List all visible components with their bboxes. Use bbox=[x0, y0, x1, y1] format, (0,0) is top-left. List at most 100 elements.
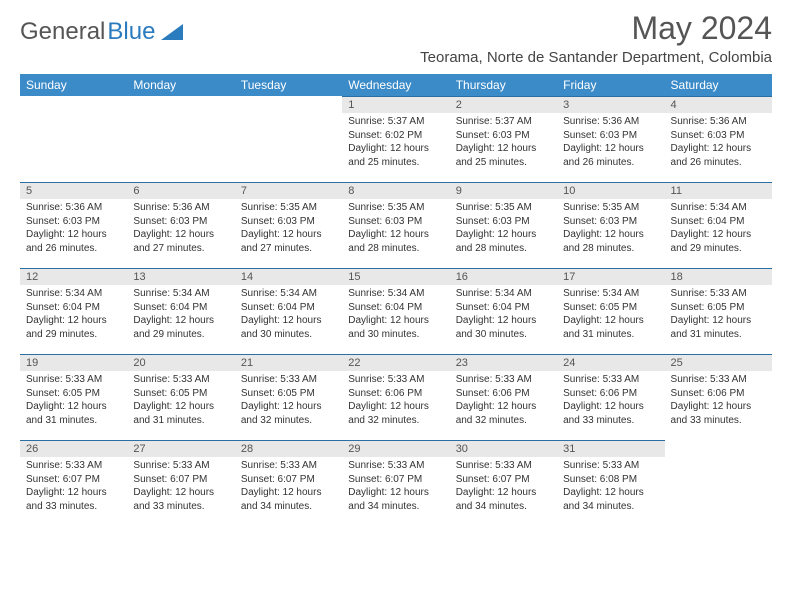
day-details: Sunrise: 5:34 AMSunset: 6:05 PMDaylight:… bbox=[557, 285, 664, 343]
day-details: Sunrise: 5:34 AMSunset: 6:04 PMDaylight:… bbox=[342, 285, 449, 343]
logo-triangle-icon bbox=[161, 24, 183, 40]
calendar-day-cell: 30Sunrise: 5:33 AMSunset: 6:07 PMDayligh… bbox=[450, 440, 557, 526]
calendar-body: ...1Sunrise: 5:37 AMSunset: 6:02 PMDayli… bbox=[20, 96, 772, 526]
day-details: Sunrise: 5:33 AMSunset: 6:06 PMDaylight:… bbox=[342, 371, 449, 429]
day-details: Sunrise: 5:33 AMSunset: 6:08 PMDaylight:… bbox=[557, 457, 664, 515]
day-details: Sunrise: 5:35 AMSunset: 6:03 PMDaylight:… bbox=[557, 199, 664, 257]
day-number: 2 bbox=[450, 96, 557, 113]
day-number: 24 bbox=[557, 354, 664, 371]
calendar-day-cell: 25Sunrise: 5:33 AMSunset: 6:06 PMDayligh… bbox=[665, 354, 772, 440]
calendar-week-row: ...1Sunrise: 5:37 AMSunset: 6:02 PMDayli… bbox=[20, 96, 772, 182]
day-details: Sunrise: 5:33 AMSunset: 6:06 PMDaylight:… bbox=[665, 371, 772, 429]
calendar-day-cell: . bbox=[665, 440, 772, 526]
day-number: 25 bbox=[665, 354, 772, 371]
calendar-day-cell: 3Sunrise: 5:36 AMSunset: 6:03 PMDaylight… bbox=[557, 96, 664, 182]
day-details: Sunrise: 5:33 AMSunset: 6:07 PMDaylight:… bbox=[20, 457, 127, 515]
day-details: Sunrise: 5:37 AMSunset: 6:02 PMDaylight:… bbox=[342, 113, 449, 171]
calendar-day-cell: 28Sunrise: 5:33 AMSunset: 6:07 PMDayligh… bbox=[235, 440, 342, 526]
day-number: 3 bbox=[557, 96, 664, 113]
day-details: Sunrise: 5:33 AMSunset: 6:07 PMDaylight:… bbox=[127, 457, 234, 515]
day-details: Sunrise: 5:34 AMSunset: 6:04 PMDaylight:… bbox=[127, 285, 234, 343]
day-details: Sunrise: 5:35 AMSunset: 6:03 PMDaylight:… bbox=[450, 199, 557, 257]
day-details: Sunrise: 5:36 AMSunset: 6:03 PMDaylight:… bbox=[20, 199, 127, 257]
calendar-day-cell: 29Sunrise: 5:33 AMSunset: 6:07 PMDayligh… bbox=[342, 440, 449, 526]
day-details: Sunrise: 5:35 AMSunset: 6:03 PMDaylight:… bbox=[235, 199, 342, 257]
day-number: 31 bbox=[557, 440, 664, 457]
page-title: May 2024 bbox=[631, 10, 772, 47]
day-number: 28 bbox=[235, 440, 342, 457]
calendar-day-cell: 5Sunrise: 5:36 AMSunset: 6:03 PMDaylight… bbox=[20, 182, 127, 268]
weekday-header: Wednesday bbox=[342, 74, 449, 96]
weekday-header: Monday bbox=[127, 74, 234, 96]
day-details: Sunrise: 5:33 AMSunset: 6:07 PMDaylight:… bbox=[450, 457, 557, 515]
day-details: Sunrise: 5:33 AMSunset: 6:05 PMDaylight:… bbox=[235, 371, 342, 429]
calendar-day-cell: 1Sunrise: 5:37 AMSunset: 6:02 PMDaylight… bbox=[342, 96, 449, 182]
day-details: Sunrise: 5:34 AMSunset: 6:04 PMDaylight:… bbox=[450, 285, 557, 343]
day-number: 6 bbox=[127, 182, 234, 199]
calendar-day-cell: 27Sunrise: 5:33 AMSunset: 6:07 PMDayligh… bbox=[127, 440, 234, 526]
day-number: 27 bbox=[127, 440, 234, 457]
logo-text-2: Blue bbox=[107, 18, 155, 46]
day-details: Sunrise: 5:33 AMSunset: 6:07 PMDaylight:… bbox=[235, 457, 342, 515]
location-subtitle: Teorama, Norte de Santander Department, … bbox=[20, 49, 772, 66]
calendar-week-row: 26Sunrise: 5:33 AMSunset: 6:07 PMDayligh… bbox=[20, 440, 772, 526]
day-details: Sunrise: 5:33 AMSunset: 6:05 PMDaylight:… bbox=[20, 371, 127, 429]
calendar-day-cell: 21Sunrise: 5:33 AMSunset: 6:05 PMDayligh… bbox=[235, 354, 342, 440]
day-details: Sunrise: 5:34 AMSunset: 6:04 PMDaylight:… bbox=[235, 285, 342, 343]
calendar-day-cell: 9Sunrise: 5:35 AMSunset: 6:03 PMDaylight… bbox=[450, 182, 557, 268]
day-number: 18 bbox=[665, 268, 772, 285]
calendar-day-cell: 31Sunrise: 5:33 AMSunset: 6:08 PMDayligh… bbox=[557, 440, 664, 526]
calendar-day-cell: 20Sunrise: 5:33 AMSunset: 6:05 PMDayligh… bbox=[127, 354, 234, 440]
calendar-day-cell: 19Sunrise: 5:33 AMSunset: 6:05 PMDayligh… bbox=[20, 354, 127, 440]
calendar-day-cell: . bbox=[127, 96, 234, 182]
day-number: 1 bbox=[342, 96, 449, 113]
day-number: 11 bbox=[665, 182, 772, 199]
day-details: Sunrise: 5:35 AMSunset: 6:03 PMDaylight:… bbox=[342, 199, 449, 257]
calendar-day-cell: 2Sunrise: 5:37 AMSunset: 6:03 PMDaylight… bbox=[450, 96, 557, 182]
calendar-day-cell: 22Sunrise: 5:33 AMSunset: 6:06 PMDayligh… bbox=[342, 354, 449, 440]
day-details: Sunrise: 5:33 AMSunset: 6:06 PMDaylight:… bbox=[557, 371, 664, 429]
calendar-day-cell: 11Sunrise: 5:34 AMSunset: 6:04 PMDayligh… bbox=[665, 182, 772, 268]
day-number: 15 bbox=[342, 268, 449, 285]
day-number: 17 bbox=[557, 268, 664, 285]
calendar-table: SundayMondayTuesdayWednesdayThursdayFrid… bbox=[20, 74, 772, 526]
calendar-day-cell: 7Sunrise: 5:35 AMSunset: 6:03 PMDaylight… bbox=[235, 182, 342, 268]
logo-text-1: General bbox=[20, 18, 105, 46]
calendar-day-cell: 6Sunrise: 5:36 AMSunset: 6:03 PMDaylight… bbox=[127, 182, 234, 268]
day-number: 21 bbox=[235, 354, 342, 371]
day-number: 23 bbox=[450, 354, 557, 371]
calendar-day-cell: 23Sunrise: 5:33 AMSunset: 6:06 PMDayligh… bbox=[450, 354, 557, 440]
day-number: 22 bbox=[342, 354, 449, 371]
calendar-day-cell: 16Sunrise: 5:34 AMSunset: 6:04 PMDayligh… bbox=[450, 268, 557, 354]
day-number: 7 bbox=[235, 182, 342, 199]
day-details: Sunrise: 5:34 AMSunset: 6:04 PMDaylight:… bbox=[20, 285, 127, 343]
day-number: 5 bbox=[20, 182, 127, 199]
day-number: 9 bbox=[450, 182, 557, 199]
calendar-week-row: 19Sunrise: 5:33 AMSunset: 6:05 PMDayligh… bbox=[20, 354, 772, 440]
calendar-day-cell: 24Sunrise: 5:33 AMSunset: 6:06 PMDayligh… bbox=[557, 354, 664, 440]
day-number: 30 bbox=[450, 440, 557, 457]
day-details: Sunrise: 5:33 AMSunset: 6:07 PMDaylight:… bbox=[342, 457, 449, 515]
calendar-day-cell: 12Sunrise: 5:34 AMSunset: 6:04 PMDayligh… bbox=[20, 268, 127, 354]
calendar-day-cell: 13Sunrise: 5:34 AMSunset: 6:04 PMDayligh… bbox=[127, 268, 234, 354]
day-details: Sunrise: 5:33 AMSunset: 6:05 PMDaylight:… bbox=[127, 371, 234, 429]
calendar-day-cell: . bbox=[235, 96, 342, 182]
calendar-day-cell: 18Sunrise: 5:33 AMSunset: 6:05 PMDayligh… bbox=[665, 268, 772, 354]
weekday-header: Tuesday bbox=[235, 74, 342, 96]
calendar-day-cell: 4Sunrise: 5:36 AMSunset: 6:03 PMDaylight… bbox=[665, 96, 772, 182]
weekday-header: Saturday bbox=[665, 74, 772, 96]
day-number: 16 bbox=[450, 268, 557, 285]
day-number: 26 bbox=[20, 440, 127, 457]
day-number: 20 bbox=[127, 354, 234, 371]
day-number: 12 bbox=[20, 268, 127, 285]
calendar-day-cell: 15Sunrise: 5:34 AMSunset: 6:04 PMDayligh… bbox=[342, 268, 449, 354]
weekday-header-row: SundayMondayTuesdayWednesdayThursdayFrid… bbox=[20, 74, 772, 96]
calendar-day-cell: 17Sunrise: 5:34 AMSunset: 6:05 PMDayligh… bbox=[557, 268, 664, 354]
day-details: Sunrise: 5:36 AMSunset: 6:03 PMDaylight:… bbox=[557, 113, 664, 171]
calendar-week-row: 12Sunrise: 5:34 AMSunset: 6:04 PMDayligh… bbox=[20, 268, 772, 354]
calendar-day-cell: 10Sunrise: 5:35 AMSunset: 6:03 PMDayligh… bbox=[557, 182, 664, 268]
weekday-header: Thursday bbox=[450, 74, 557, 96]
day-number: 8 bbox=[342, 182, 449, 199]
day-number: 13 bbox=[127, 268, 234, 285]
day-details: Sunrise: 5:34 AMSunset: 6:04 PMDaylight:… bbox=[665, 199, 772, 257]
